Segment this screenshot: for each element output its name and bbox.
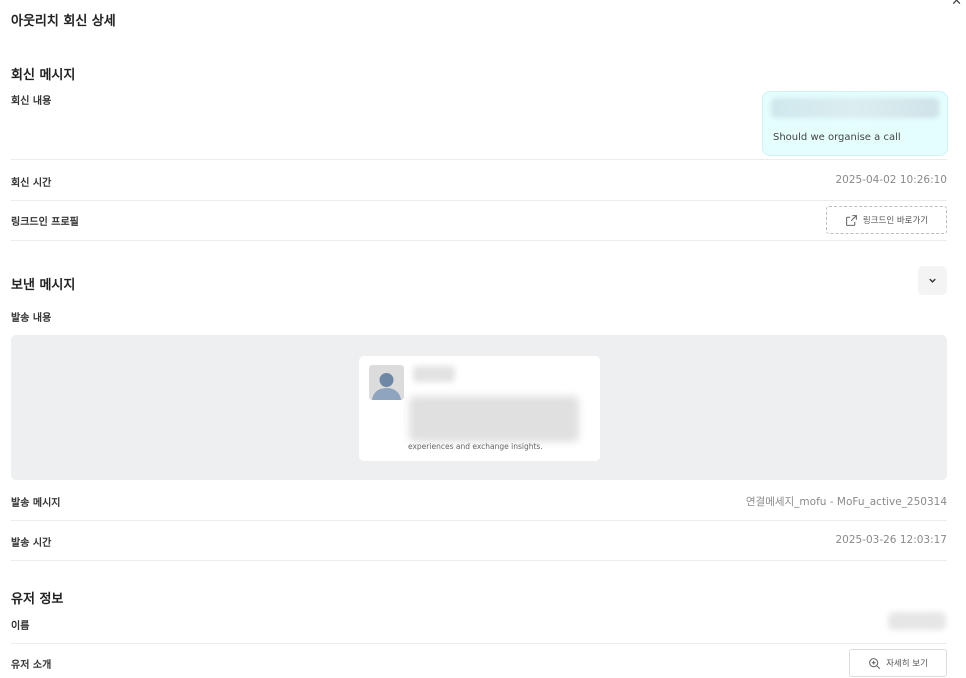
reply-text: Should we organise a call [773, 132, 901, 143]
blurred-body [409, 396, 579, 442]
reply-time-value: 2025-04-02 10:26:10 [835, 174, 947, 186]
person-icon [372, 373, 401, 400]
sent-section-title: 보낸 메시지 [11, 278, 76, 293]
divider [11, 159, 947, 160]
linkedin-open-button-label: 링크드인 바로가기 [862, 216, 929, 226]
page-title: 아웃리치 회신 상세 [11, 14, 116, 29]
blurred-name [413, 366, 455, 382]
sent-time-label: 발송 시간 [11, 538, 52, 549]
sent-time-value: 2025-03-26 12:03:17 [835, 534, 947, 546]
divider [11, 643, 947, 644]
collapse-toggle-button[interactable] [918, 266, 947, 295]
reply-content-label: 회신 내용 [11, 96, 52, 107]
reply-time-label: 회신 시간 [11, 178, 52, 189]
close-icon[interactable]: ✕ [951, 0, 962, 9]
divider [11, 200, 947, 201]
reply-bubble: Should we organise a call [762, 91, 948, 156]
sent-message-value: 연결메세지_mofu - MoFu_active_250314 [745, 496, 947, 508]
message-preview: experiences and exchange insights. [11, 335, 947, 480]
chevron-down-icon [929, 278, 936, 283]
divider [11, 240, 947, 241]
user-name-label: 이름 [11, 621, 30, 632]
reply-section-title: 회신 메시지 [11, 68, 76, 83]
blurred-user-name [888, 612, 946, 630]
blurred-text [771, 98, 939, 118]
user-section-title: 유저 정보 [11, 592, 64, 607]
user-intro-label: 유저 소개 [11, 660, 52, 671]
divider [11, 560, 947, 561]
divider [11, 520, 947, 521]
sent-message-label: 발송 메시지 [11, 498, 61, 509]
external-link-icon [845, 214, 857, 226]
view-details-button-label: 자세히 보기 [886, 659, 928, 669]
linkedin-profile-label: 링크드인 프로필 [11, 217, 79, 228]
preview-text: experiences and exchange insights. [408, 442, 543, 451]
avatar [369, 365, 404, 400]
linkedin-open-button[interactable]: 링크드인 바로가기 [826, 206, 947, 234]
preview-card: experiences and exchange insights. [359, 356, 600, 461]
view-details-button[interactable]: 자세히 보기 [849, 649, 947, 677]
sent-content-label: 발송 내용 [11, 313, 52, 324]
zoom-in-icon [869, 657, 881, 669]
